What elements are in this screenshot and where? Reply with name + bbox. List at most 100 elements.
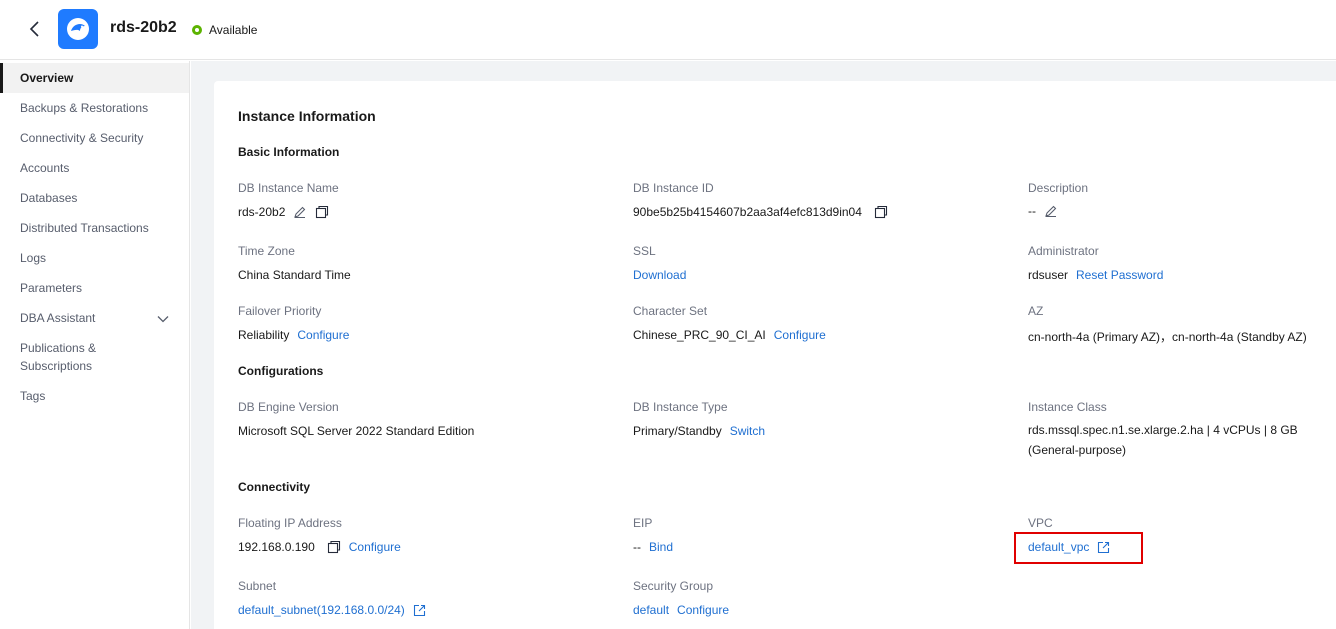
character-set-value: Chinese_PRC_90_CI_AI Configure <box>633 328 826 342</box>
engine-version-value: Microsoft SQL Server 2022 Standard Editi… <box>238 424 475 438</box>
sidebar-item-label: Publications & <box>20 341 97 355</box>
sidebar-item-label: Subscriptions <box>20 359 93 373</box>
subnet-value: default_subnet(192.168.0.0/24) <box>238 603 426 617</box>
sidebar-item-overview[interactable]: Overview <box>0 63 189 93</box>
copy-icon[interactable] <box>327 540 341 554</box>
edit-icon[interactable] <box>293 205 307 219</box>
copy-icon[interactable] <box>315 205 329 219</box>
administrator-text: rdsuser <box>1028 268 1069 282</box>
description-label: Description <box>1028 181 1089 195</box>
time-zone-label: Time Zone <box>238 244 295 258</box>
floating-ip-label: Floating IP Address <box>238 516 342 530</box>
db-instance-id-value: 90be5b25b4154607b2aa3af4efc813d9in04 <box>633 205 888 219</box>
sidebar-item-label: Backups & Restorations <box>20 101 149 115</box>
administrator-value: rdsuser Reset Password <box>1028 268 1163 282</box>
sidebar-item-connectivity[interactable]: Connectivity & Security <box>0 123 189 153</box>
security-group-value: default Configure <box>633 603 729 617</box>
floating-ip-value: 192.168.0.190 Configure <box>238 540 401 554</box>
sidebar-item-label: Accounts <box>20 161 70 175</box>
db-instance-id-label: DB Instance ID <box>633 181 714 195</box>
switch-link[interactable]: Switch <box>730 424 765 438</box>
description-text: -- <box>1028 204 1036 218</box>
rds-logo-icon <box>58 9 98 49</box>
az-value: cn-north-4a (Primary AZ)，cn-north-4a (St… <box>1028 330 1307 344</box>
eip-value: -- Bind <box>633 540 673 554</box>
floating-ip-text: 192.168.0.190 <box>238 540 315 554</box>
failover-priority-value: Reliability Configure <box>238 328 349 342</box>
sidebar-item-label: DBA Assistant <box>20 311 96 325</box>
sidebar-item-label: Distributed Transactions <box>20 221 149 235</box>
sidebar-item-label: Connectivity & Security <box>20 131 144 145</box>
vpc-highlight-box <box>1014 532 1143 564</box>
security-group-label: Security Group <box>633 579 714 593</box>
vpc-label: VPC <box>1028 516 1053 530</box>
main-content: Instance Information Basic Information D… <box>191 61 1336 629</box>
back-button[interactable] <box>26 18 44 40</box>
instance-class-value: rds.mssql.spec.n1.se.xlarge.2.ha | 4 vCP… <box>1028 420 1298 460</box>
sidebar-item-databases[interactable]: Databases <box>0 183 189 213</box>
administrator-label: Administrator <box>1028 244 1099 258</box>
status-badge: Available <box>192 23 257 37</box>
failover-configure-link[interactable]: Configure <box>297 328 349 342</box>
sidebar-item-label: Logs <box>20 251 47 265</box>
sidebar-item-label: Databases <box>20 191 78 205</box>
time-zone-value: China Standard Time <box>238 268 351 282</box>
failover-priority-label: Failover Priority <box>238 304 322 318</box>
status-text: Available <box>209 23 258 37</box>
sidebar-item-logs[interactable]: Logs <box>0 243 189 273</box>
security-group-configure-link[interactable]: Configure <box>677 603 729 617</box>
card-title: Instance Information <box>238 108 376 124</box>
subnet-label: Subnet <box>238 579 277 593</box>
failover-priority-text: Reliability <box>238 328 290 342</box>
subnet-link[interactable]: default_subnet(192.168.0.0/24) <box>238 603 405 617</box>
engine-version-label: DB Engine Version <box>238 400 339 414</box>
page-title: rds-20b2 <box>110 19 177 36</box>
section-title-connectivity: Connectivity <box>238 480 311 494</box>
character-set-label: Character Set <box>633 304 708 318</box>
ssl-label: SSL <box>633 244 656 258</box>
db-instance-name-label: DB Instance Name <box>238 181 339 195</box>
character-set-text: Chinese_PRC_90_CI_AI <box>633 328 766 342</box>
copy-icon[interactable] <box>874 205 888 219</box>
security-group-link[interactable]: default <box>633 603 669 617</box>
sidebar-item-dba-assistant[interactable]: DBA Assistant <box>0 303 189 333</box>
sidebar-item-label: Overview <box>20 71 74 85</box>
sidebar-item-backups[interactable]: Backups & Restorations <box>0 93 189 123</box>
instance-class-line1: rds.mssql.spec.n1.se.xlarge.2.ha | 4 vCP… <box>1028 423 1298 437</box>
sidebar-item-label: Parameters <box>20 281 83 295</box>
sidebar: Overview Backups & Restorations Connecti… <box>0 61 190 629</box>
db-instance-id-text: 90be5b25b4154607b2aa3af4efc813d9in04 <box>633 205 862 219</box>
instance-type-label: DB Instance Type <box>633 400 728 414</box>
eip-bind-link[interactable]: Bind <box>649 540 673 554</box>
floating-ip-configure-link[interactable]: Configure <box>349 540 401 554</box>
chevron-left-icon <box>29 21 39 37</box>
instance-class-line2: (General-purpose) <box>1028 443 1127 457</box>
description-value: -- <box>1028 204 1058 218</box>
instance-class-label: Instance Class <box>1028 400 1107 414</box>
ssl-value: Download <box>633 268 686 282</box>
status-dot-icon <box>192 25 202 35</box>
section-title-configurations: Configurations <box>238 364 324 378</box>
page-header: rds-20b2 Available <box>0 0 1336 60</box>
instance-type-value: Primary/Standby Switch <box>633 424 765 438</box>
chevron-down-icon <box>157 316 169 323</box>
sidebar-item-accounts[interactable]: Accounts <box>0 153 189 183</box>
charset-configure-link[interactable]: Configure <box>774 328 826 342</box>
sidebar-item-publications[interactable]: Publications & Subscriptions <box>0 333 189 381</box>
reset-password-link[interactable]: Reset Password <box>1076 268 1163 282</box>
eip-label: EIP <box>633 516 653 530</box>
az-label: AZ <box>1028 304 1044 318</box>
section-title-basic: Basic Information <box>238 145 340 159</box>
sidebar-item-label: Tags <box>20 389 46 403</box>
sidebar-item-tags[interactable]: Tags <box>0 381 189 411</box>
instance-type-text: Primary/Standby <box>633 424 722 438</box>
external-link-icon[interactable] <box>413 604 426 617</box>
edit-icon[interactable] <box>1044 204 1058 218</box>
db-instance-name-value: rds-20b2 <box>238 205 329 219</box>
sidebar-item-distributed-transactions[interactable]: Distributed Transactions <box>0 213 189 243</box>
ssl-download-link[interactable]: Download <box>633 268 686 282</box>
instance-info-card: Instance Information Basic Information D… <box>214 81 1336 629</box>
eip-text: -- <box>633 540 641 554</box>
db-instance-name-text: rds-20b2 <box>238 205 286 219</box>
sidebar-item-parameters[interactable]: Parameters <box>0 273 189 303</box>
